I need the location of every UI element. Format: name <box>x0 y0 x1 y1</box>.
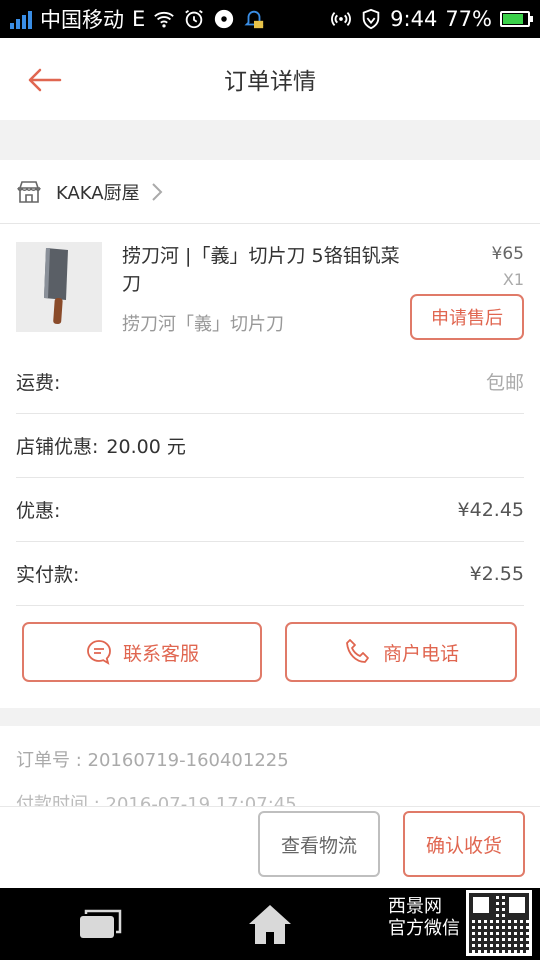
page-title: 订单详情 <box>224 69 316 95</box>
music-icon <box>215 9 234 29</box>
notification-icon <box>244 10 264 29</box>
shop-name: KAKA厨屋 <box>56 182 140 204</box>
product-thumbnail <box>16 242 102 332</box>
carrier-name: 中国移动 <box>40 8 124 32</box>
confirm-receipt-button[interactable]: 确认收货 <box>403 811 525 877</box>
order-card: KAKA厨屋 捞刀河 |「義」切片刀 5铬钼钒菜刀 捞刀河「義」切片刀 ¥65 … <box>0 160 540 708</box>
shipping-label: 运费: <box>16 372 61 394</box>
chevron-right-icon <box>151 182 163 201</box>
merchant-phone-button[interactable]: 商户电话 <box>285 622 517 682</box>
contact-actions: 联系客服 商户电话 <box>0 622 540 682</box>
contact-service-label: 联系客服 <box>122 642 199 665</box>
shipping-row: 运费: 包邮 <box>16 350 524 414</box>
status-bar: 中国移动 E 9:44 77% <box>0 0 540 38</box>
watermark-line2: 官方微信 <box>388 918 460 939</box>
store-discount-label: 店铺优惠: <box>16 436 99 458</box>
store-discount-value: 20.00 元 <box>106 436 186 458</box>
system-nav-bar: 西景网 官方微信 <box>0 888 540 960</box>
wifi-icon <box>154 11 175 28</box>
discount-row: 优惠: ¥42.45 <box>16 478 524 542</box>
watermark-line1: 西景网 <box>388 896 442 917</box>
after-sale-button[interactable]: 申请售后 <box>410 294 524 340</box>
home-icon[interactable] <box>246 902 294 946</box>
order-info: 订单号 : 20160719-160401225 付款时间 : 2016-07-… <box>0 726 540 806</box>
hotspot-icon <box>331 11 352 27</box>
page-header: 订单详情 <box>0 38 540 120</box>
chat-icon <box>87 640 111 665</box>
phone-icon <box>346 639 369 663</box>
discount-label: 优惠: <box>16 500 61 522</box>
recent-apps-icon[interactable] <box>78 908 124 940</box>
cleaver-image <box>16 242 102 332</box>
product-name: 捞刀河 |「義」切片刀 5铬钼钒菜刀 <box>122 245 400 295</box>
shipping-value: 包邮 <box>485 372 524 394</box>
paid-row: 实付款: ¥2.55 <box>16 542 524 606</box>
contact-service-button[interactable]: 联系客服 <box>22 622 262 682</box>
alarm-icon <box>185 9 204 29</box>
battery-percent: 77% <box>445 7 492 31</box>
product-item[interactable]: 捞刀河 |「義」切片刀 5铬钼钒菜刀 捞刀河「義」切片刀 ¥65 X1 申请售后 <box>0 224 540 344</box>
paid-label: 实付款: <box>16 564 80 586</box>
order-number: 订单号 : 20160719-160401225 <box>16 750 289 771</box>
qr-pattern <box>469 893 529 953</box>
view-logistics-button[interactable]: 查看物流 <box>258 811 380 877</box>
pay-time: 付款时间 : 2016-07-19 17:07:45 <box>16 794 297 806</box>
shield-icon <box>362 8 380 30</box>
discount-value: ¥42.45 <box>457 498 524 521</box>
product-spec: 捞刀河「義」切片刀 <box>122 314 284 335</box>
bottom-action-bar: 查看物流 确认收货 <box>0 806 540 888</box>
paid-value: ¥2.55 <box>469 562 524 585</box>
watermark: 西景网 官方微信 <box>388 896 460 940</box>
shop-icon <box>17 180 41 203</box>
qr-code <box>466 890 532 956</box>
network-type: E <box>132 7 146 31</box>
signal-icon <box>10 9 32 29</box>
store-discount-row: 店铺优惠: 20.00 元 <box>16 414 524 478</box>
merchant-phone-label: 商户电话 <box>382 642 459 665</box>
battery-icon <box>500 11 533 27</box>
product-quantity: X1 <box>502 270 524 289</box>
clock: 9:44 <box>390 7 438 31</box>
shop-row[interactable]: KAKA厨屋 <box>0 160 540 224</box>
product-price: ¥65 <box>491 244 524 264</box>
